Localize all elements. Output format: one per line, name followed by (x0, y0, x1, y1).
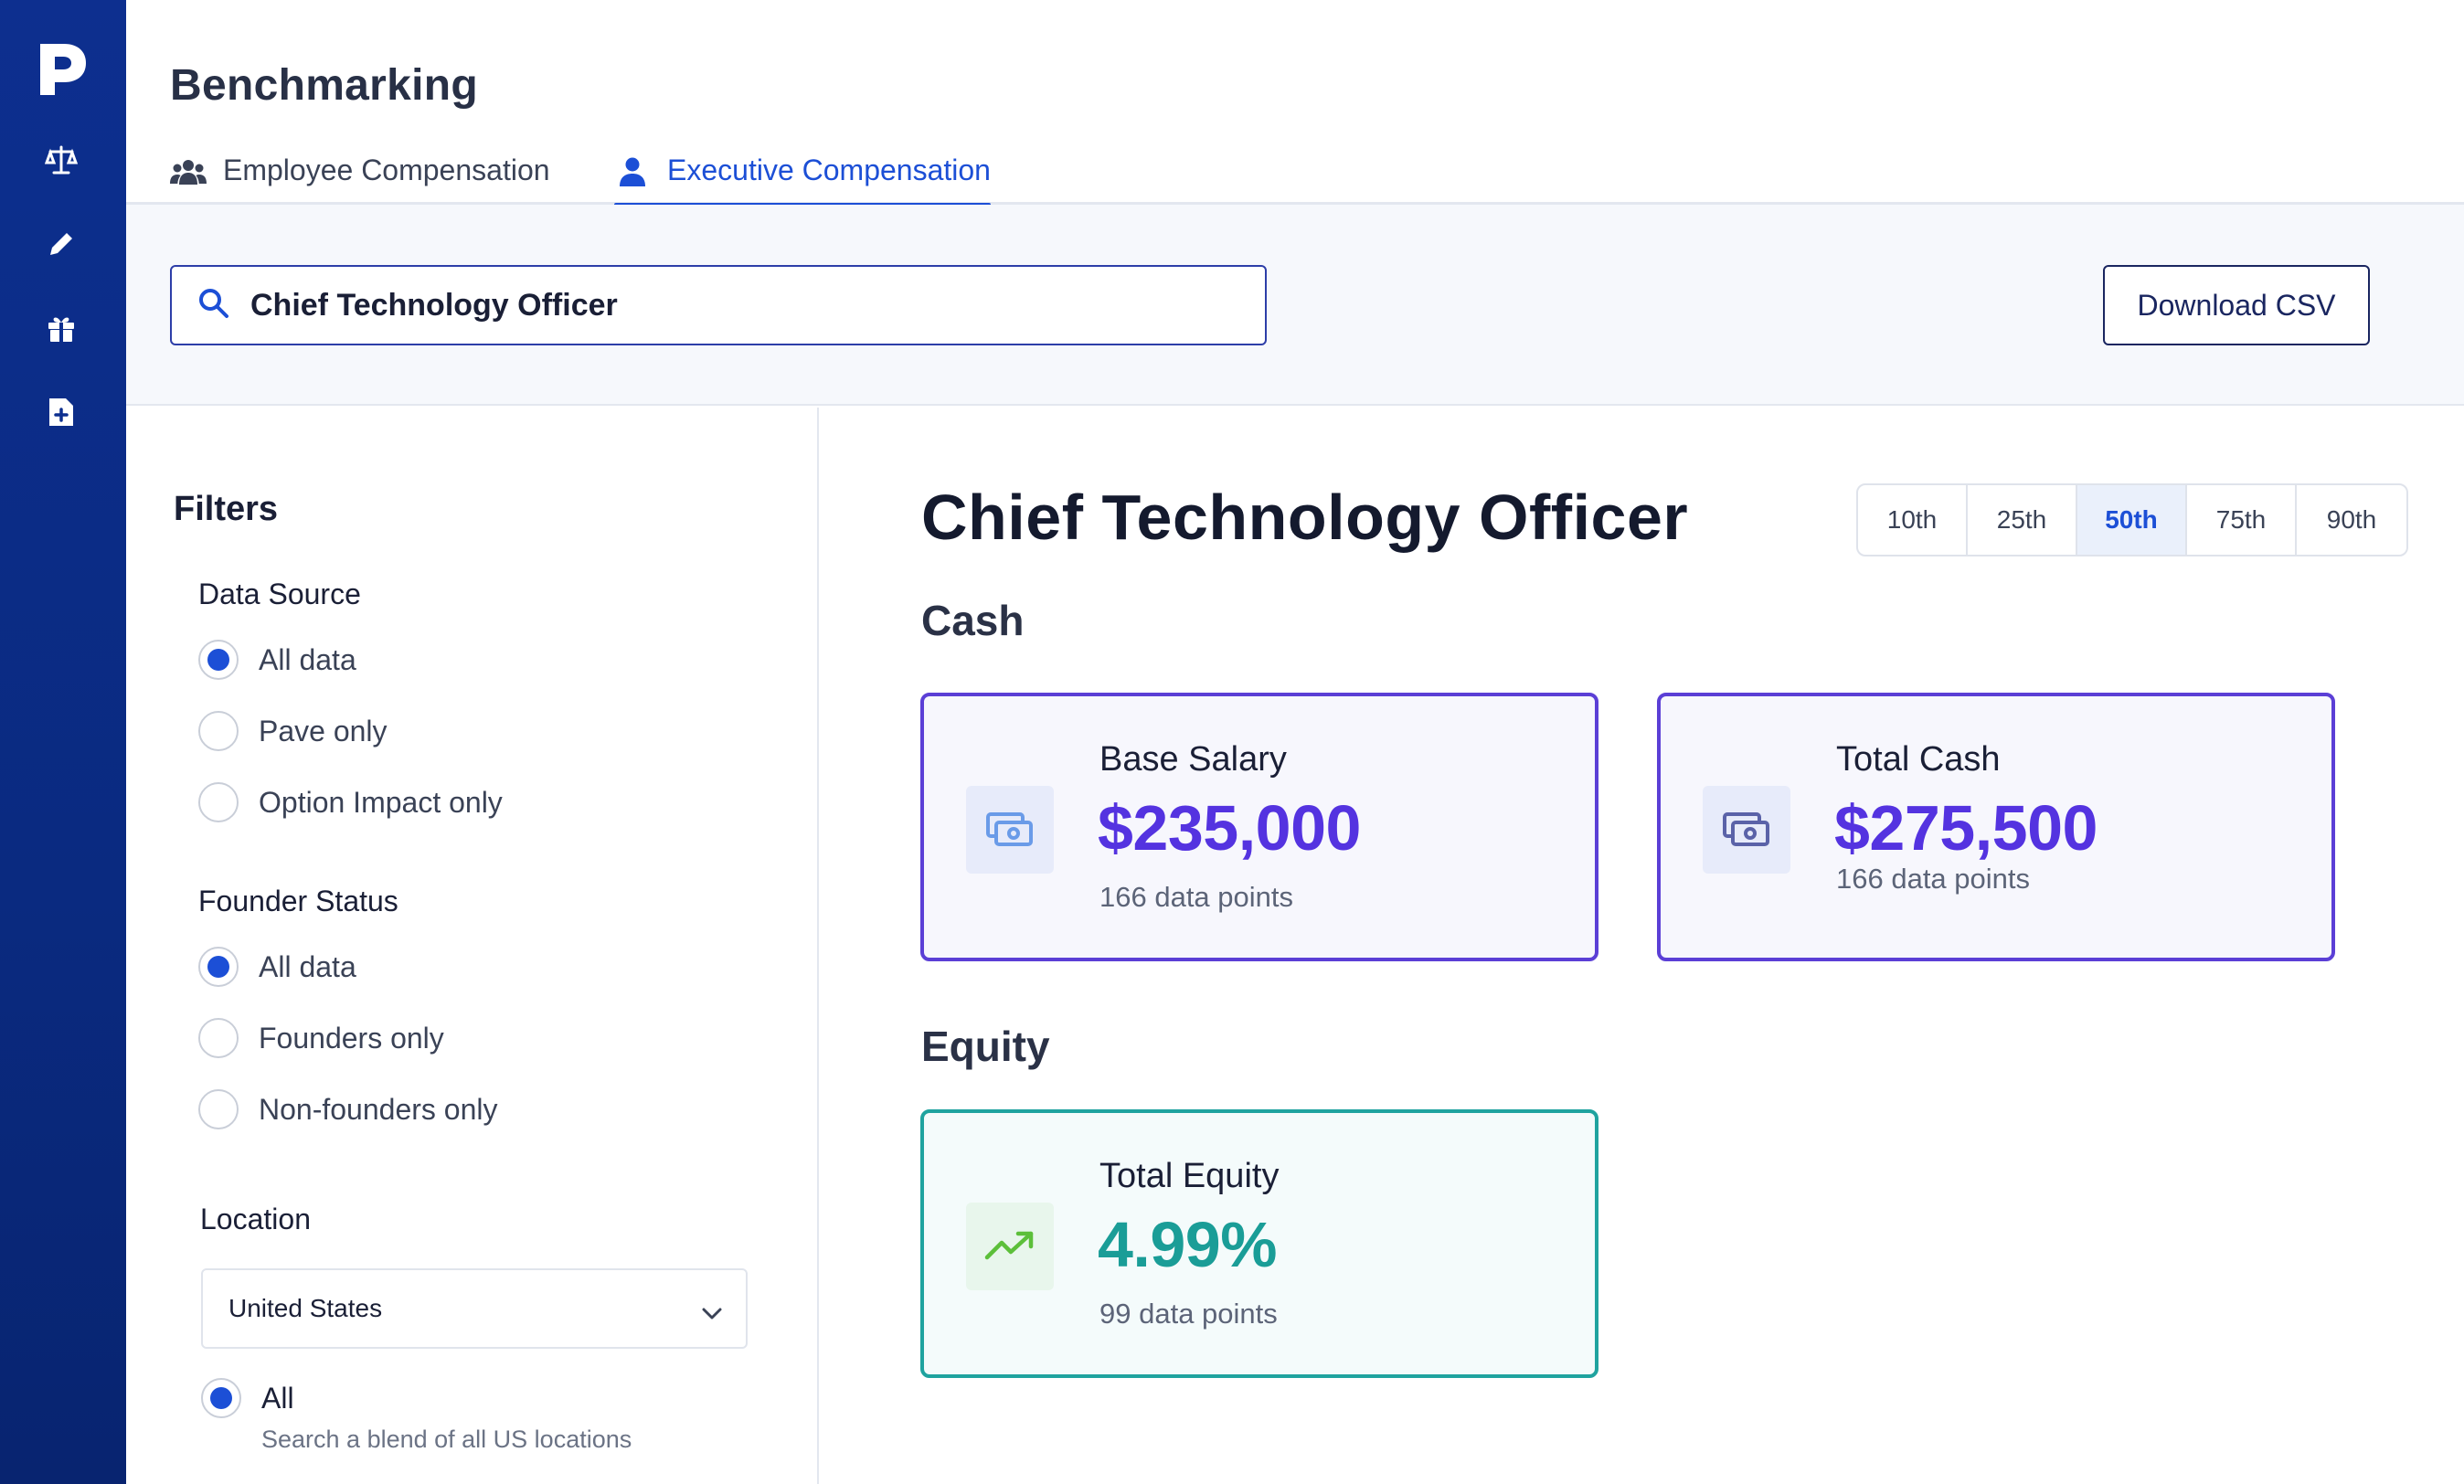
card-value: $235,000 (1098, 792, 1361, 864)
percentile-10th[interactable]: 10th (1858, 485, 1968, 555)
total-equity-card: Total Equity 4.99% 99 data points (920, 1109, 1598, 1378)
filters-title: Filters (174, 490, 279, 528)
radio-data-source-all[interactable]: All data (198, 638, 356, 682)
card-value: 4.99% (1098, 1209, 1277, 1280)
chevron-down-icon (702, 1298, 722, 1327)
people-icon (170, 154, 207, 190)
money-icon (1703, 786, 1790, 874)
total-cash-card: Total Cash $275,500 166 data points (1657, 693, 2335, 961)
percentile-90th[interactable]: 90th (2297, 485, 2406, 555)
equity-section-title: Equity (921, 1023, 1050, 1070)
search-bar-area: Download CSV (126, 205, 2464, 406)
gift-icon[interactable] (44, 311, 79, 345)
percentile-50th[interactable]: 50th (2077, 485, 2187, 555)
percentile-25th[interactable]: 25th (1968, 485, 2077, 555)
card-label: Total Cash (1836, 740, 2001, 779)
tab-label: Executive Compensation (667, 154, 991, 186)
filters-panel: Filters Data Source All data Pave only O… (126, 408, 819, 1484)
sidebar (0, 0, 126, 1484)
download-csv-button[interactable]: Download CSV (2103, 265, 2370, 345)
location-title: Location (200, 1203, 311, 1235)
card-data-points: 166 data points (1099, 881, 1294, 913)
radio-button[interactable] (198, 1089, 239, 1129)
radio-founders-only[interactable]: Founders only (198, 1016, 444, 1060)
pave-logo[interactable] (37, 40, 88, 99)
data-source-title: Data Source (198, 578, 361, 610)
radio-button[interactable] (198, 782, 239, 822)
radio-button[interactable] (198, 711, 239, 751)
card-label: Base Salary (1099, 740, 1287, 779)
base-salary-card: Base Salary $235,000 166 data points (920, 693, 1598, 961)
card-data-points: 99 data points (1099, 1298, 1278, 1330)
radio-label: Option Impact only (259, 785, 503, 819)
radio-label: All (261, 1381, 294, 1415)
scale-icon[interactable] (44, 143, 79, 177)
cash-section-title: Cash (921, 597, 1025, 644)
person-icon (614, 154, 651, 190)
logo-mark (40, 44, 86, 95)
search-icon (197, 287, 230, 324)
radio-label: All data (259, 642, 356, 676)
location-selected-value: United States (228, 1294, 383, 1322)
trending-up-icon (966, 1203, 1054, 1290)
radio-button[interactable] (198, 1018, 239, 1058)
radio-label: All data (259, 949, 356, 983)
radio-label: Pave only (259, 714, 388, 747)
radio-location-all[interactable]: All (201, 1376, 294, 1420)
radio-button[interactable] (198, 640, 239, 680)
percentile-toggle: 10th 25th 50th 75th 90th (1856, 483, 2408, 556)
pencil-icon[interactable] (44, 227, 79, 261)
radio-data-source-pave[interactable]: Pave only (198, 709, 388, 753)
page-header: Benchmarking Employee Compensation Execu… (126, 0, 2464, 207)
founder-status-title: Founder Status (198, 885, 398, 917)
radio-button[interactable] (201, 1378, 241, 1418)
radio-data-source-option-impact[interactable]: Option Impact only (198, 780, 503, 824)
card-label: Total Equity (1099, 1157, 1280, 1195)
tab-label: Employee Compensation (223, 154, 550, 186)
search-box[interactable] (170, 265, 1267, 345)
search-input[interactable] (250, 287, 1237, 323)
tab-employee-compensation[interactable]: Employee Compensation (170, 154, 550, 205)
role-title: Chief Technology Officer (921, 482, 1689, 553)
radio-label: Non-founders only (259, 1092, 498, 1126)
card-data-points: 166 data points (1836, 863, 2031, 895)
money-icon (966, 786, 1054, 874)
location-helper-text: Search a blend of all US locations (261, 1426, 632, 1453)
results-panel: Chief Technology Officer 10th 25th 50th … (821, 408, 2464, 1484)
document-plus-icon[interactable] (44, 395, 79, 429)
radio-label: Founders only (259, 1021, 444, 1055)
card-value: $275,500 (1834, 792, 2098, 864)
location-select[interactable]: United States (201, 1268, 748, 1349)
tab-executive-compensation[interactable]: Executive Compensation (614, 154, 991, 207)
radio-non-founders-only[interactable]: Non-founders only (198, 1087, 497, 1131)
radio-button[interactable] (198, 947, 239, 987)
radio-founder-all[interactable]: All data (198, 945, 356, 989)
percentile-75th[interactable]: 75th (2187, 485, 2297, 555)
page-title: Benchmarking (170, 61, 479, 110)
